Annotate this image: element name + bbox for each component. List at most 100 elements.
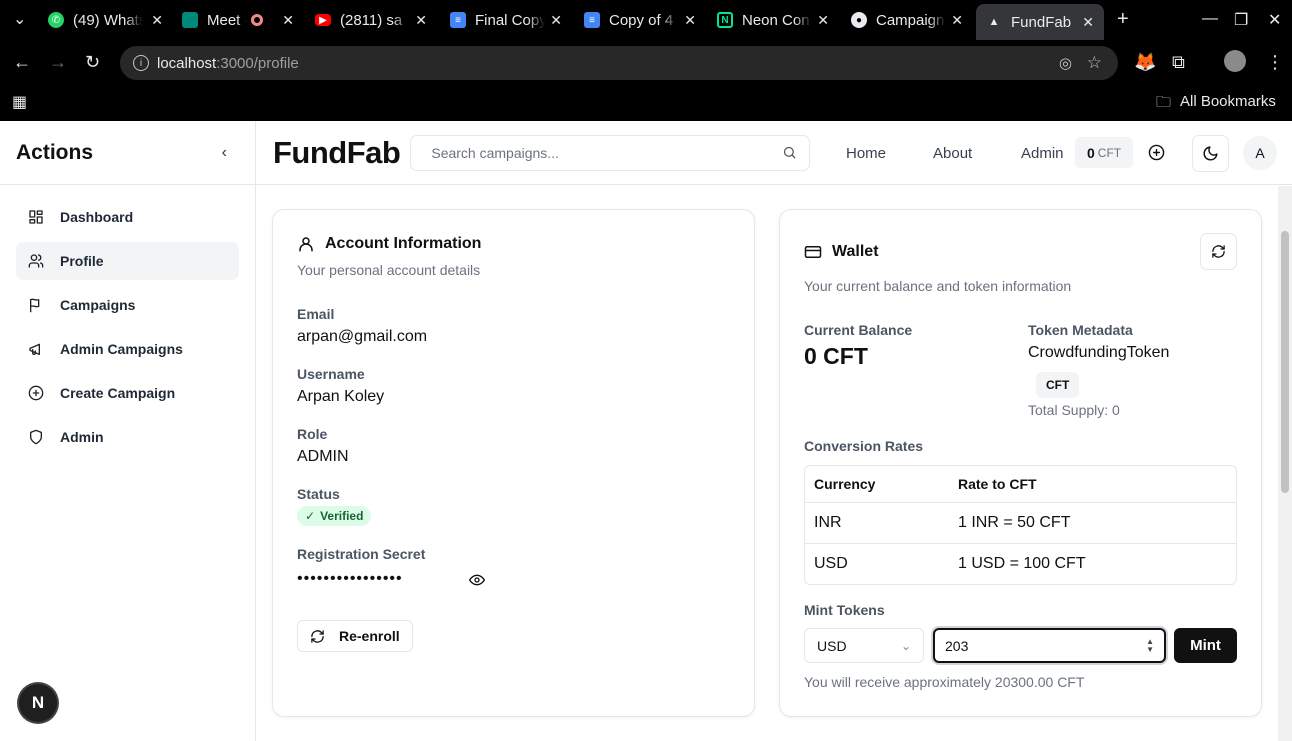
sidebar-item-campaigns[interactable]: Campaigns xyxy=(16,286,239,324)
table-cell-currency: INR xyxy=(814,514,842,531)
window-close-icon[interactable]: ✕ xyxy=(1268,10,1281,30)
tab-title: Campaign xyxy=(876,11,945,29)
browser-tab[interactable]: ▶ (2811) sa ✕ xyxy=(315,4,427,36)
mint-button[interactable]: Mint xyxy=(1174,628,1237,663)
token-symbol-badge: CFT xyxy=(1036,372,1080,398)
number-spinner-icon[interactable]: ▲ ▼ xyxy=(1146,637,1154,654)
forward-icon[interactable]: → xyxy=(49,52,67,72)
registration-secret-label: Registration Secret xyxy=(297,546,426,562)
account-card-title: Account Information xyxy=(297,235,481,253)
token-balance-value: 0 xyxy=(1087,144,1095,161)
status-badge-text: Verified xyxy=(320,509,364,523)
top-navbar: FundFab Home About Admin 0 CFT A xyxy=(256,121,1292,185)
search-input[interactable] xyxy=(431,144,783,161)
sidebar-item-admin-campaigns[interactable]: Admin Campaigns xyxy=(16,330,239,368)
mint-currency-select[interactable]: USD ⌄ xyxy=(804,628,924,663)
re-enroll-label: Re-enroll xyxy=(339,628,400,644)
maximize-icon[interactable]: ❐ xyxy=(1234,10,1248,30)
user-icon xyxy=(299,237,313,252)
wallet-card-subtitle: Your current balance and token informati… xyxy=(804,278,1072,294)
recording-icon xyxy=(251,14,263,26)
table-row: INR 1 INR = 50 CFT xyxy=(805,502,1236,543)
sidebar-nav: Dashboard Profile Campaigns Admin Campai… xyxy=(0,185,255,475)
email-label: Email xyxy=(297,306,335,322)
scrollbar-thumb[interactable] xyxy=(1281,231,1289,493)
token-metadata-label: Token Metadata xyxy=(1028,322,1133,338)
close-icon[interactable]: ✕ xyxy=(282,12,294,29)
wallet-icon xyxy=(804,246,822,258)
browser-tab[interactable]: N Neon Con ✕ xyxy=(717,4,829,36)
sidebar-item-label: Create Campaign xyxy=(60,385,176,401)
close-icon[interactable]: ✕ xyxy=(151,12,163,29)
nav-home[interactable]: Home xyxy=(846,121,886,185)
minimize-icon[interactable]: — xyxy=(1202,10,1218,28)
browser-tab[interactable]: Meet - ✕ xyxy=(182,4,294,36)
close-icon[interactable]: ✕ xyxy=(415,12,427,29)
search-icon[interactable] xyxy=(782,145,797,160)
add-circle-button[interactable] xyxy=(1148,144,1165,161)
site-info-icon[interactable]: i xyxy=(133,55,149,71)
browser-tab[interactable]: ≡ Final Copy ✕ xyxy=(450,4,562,36)
reload-icon[interactable]: ↻ xyxy=(85,52,100,72)
plus-circle-icon xyxy=(1148,144,1165,161)
close-icon[interactable]: ✕ xyxy=(1082,14,1094,31)
sidebar-item-admin[interactable]: Admin xyxy=(16,418,239,456)
avatar[interactable]: A xyxy=(1243,136,1277,170)
profile-avatar-icon[interactable] xyxy=(1224,50,1246,72)
folder-icon: 🗀 xyxy=(1156,94,1172,111)
all-bookmarks-link[interactable]: All Bookmarks xyxy=(1180,93,1276,110)
status-label: Status xyxy=(297,486,340,502)
tab-search-chevron-icon[interactable]: ⌄ xyxy=(13,9,26,29)
sidebar-item-profile[interactable]: Profile xyxy=(16,242,239,280)
conversion-rates-table: Currency Rate to CFT INR 1 INR = 50 CFT … xyxy=(804,465,1237,585)
app-root: Actions ‹ Dashboard Profile Campaigns Ad… xyxy=(0,121,1292,741)
current-balance-label: Current Balance xyxy=(804,322,913,338)
apps-grid-icon[interactable]: ▦ xyxy=(12,92,27,112)
close-icon[interactable]: ✕ xyxy=(550,12,562,29)
neon-icon: N xyxy=(717,12,733,28)
close-icon[interactable]: ✕ xyxy=(817,12,829,29)
page-scrollbar[interactable] xyxy=(1278,186,1292,741)
search-box xyxy=(410,134,811,171)
back-icon[interactable]: ← xyxy=(13,52,31,72)
sidebar-item-dashboard[interactable]: Dashboard xyxy=(16,198,239,236)
table-header-row: Currency Rate to CFT xyxy=(805,466,1236,502)
megaphone-icon xyxy=(28,341,44,357)
eye-off-icon[interactable]: ◎ xyxy=(1059,54,1072,72)
new-tab-icon[interactable]: + xyxy=(1117,8,1129,31)
extensions-icon[interactable]: ⧉ xyxy=(1172,52,1185,72)
check-icon: ✓ xyxy=(305,509,316,523)
browser-tab-active[interactable]: ▲ FundFab ✕ xyxy=(976,4,1104,40)
sidebar-header: Actions ‹ xyxy=(0,121,255,185)
sidebar-item-label: Campaigns xyxy=(60,297,136,313)
brand-logo[interactable]: FundFab xyxy=(273,135,401,171)
eye-icon[interactable] xyxy=(468,572,486,593)
account-info-card: Account Information Your personal accoun… xyxy=(272,209,755,717)
wallet-card-title-text: Wallet xyxy=(832,243,879,260)
nav-admin[interactable]: Admin xyxy=(1021,121,1064,185)
browser-tab[interactable]: ≡ Copy of 4 ✕ xyxy=(584,4,696,36)
browser-tab[interactable]: ✆ (49) WhatsApp ✕ xyxy=(48,4,163,36)
browser-tab[interactable]: ● Campaign ✕ xyxy=(851,4,963,36)
browser-menu-icon[interactable]: ⋮ xyxy=(1266,52,1284,72)
table-cell-currency: USD xyxy=(814,555,848,572)
theme-toggle-button[interactable] xyxy=(1192,135,1229,172)
nav-about[interactable]: About xyxy=(933,121,972,185)
address-bar[interactable]: i localhost:3000/profile ◎ ☆ xyxy=(120,46,1118,80)
token-balance-pill: 0 CFT xyxy=(1075,137,1134,168)
plus-circle-icon xyxy=(28,385,44,401)
re-enroll-button[interactable]: Re-enroll xyxy=(297,620,413,652)
triangle-icon: ▲ xyxy=(988,16,1000,28)
bookmark-star-icon[interactable]: ☆ xyxy=(1087,53,1102,73)
sidebar-item-create-campaign[interactable]: Create Campaign xyxy=(16,374,239,412)
mint-amount-input[interactable]: 203 ▲ ▼ xyxy=(933,628,1166,663)
chevron-left-icon[interactable]: ‹ xyxy=(222,144,227,162)
table-cell-rate: 1 USD = 100 CFT xyxy=(958,555,1086,572)
metamask-extension-icon[interactable]: 🦊 xyxy=(1134,52,1156,72)
shield-icon xyxy=(28,429,44,445)
refresh-icon xyxy=(1212,245,1225,258)
refresh-balance-button[interactable] xyxy=(1200,233,1237,270)
nextjs-dev-badge[interactable]: N xyxy=(19,684,57,722)
close-icon[interactable]: ✕ xyxy=(951,12,963,29)
close-icon[interactable]: ✕ xyxy=(684,12,696,29)
